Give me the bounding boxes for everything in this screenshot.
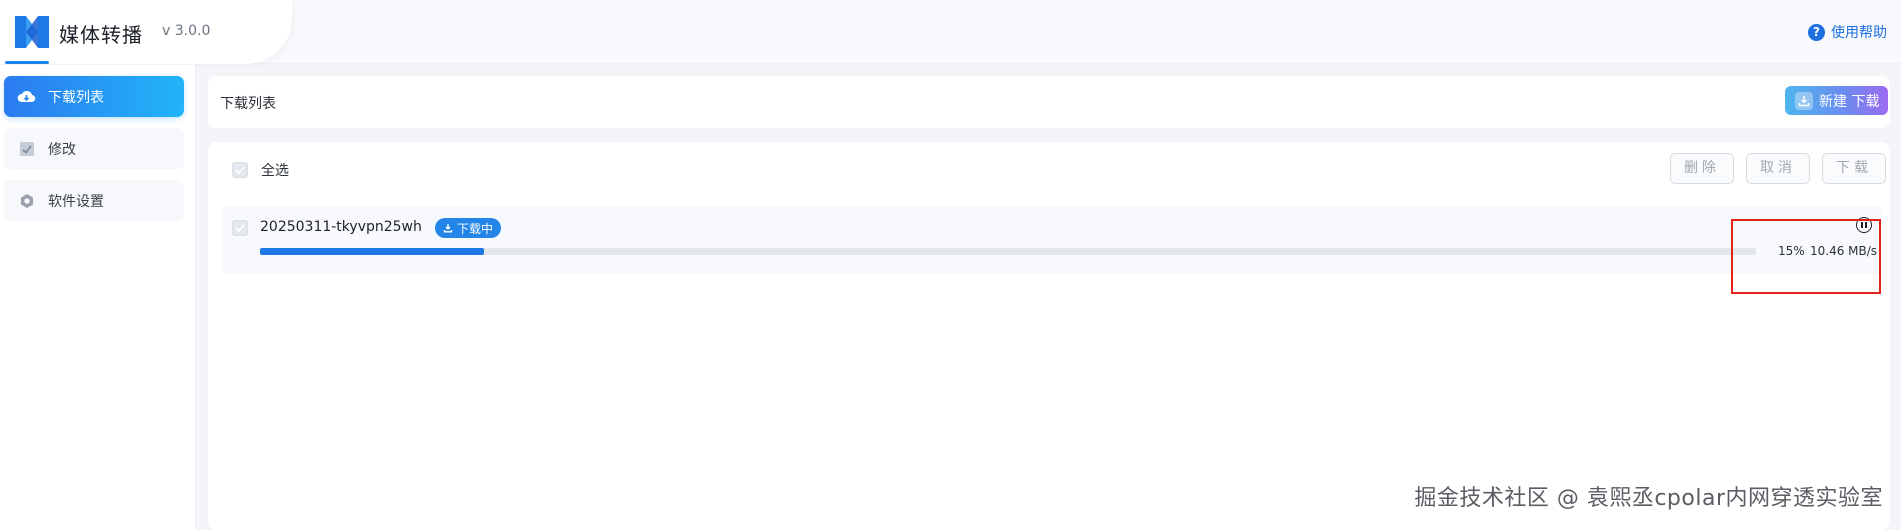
new-download-button[interactable]: 新建 下载 (1785, 86, 1888, 115)
download-speed: 10.46 MB/s (1810, 244, 1878, 258)
select-all[interactable]: 全选 (232, 160, 289, 180)
sidebar-item-edit[interactable]: 修改 (4, 128, 184, 169)
pause-button[interactable] (1856, 217, 1872, 233)
page-title: 下载列表 (220, 96, 276, 112)
download-list-card: 全选 删除 取消 下载 20250311-tkyvpn25wh 下载中 15% … (208, 142, 1890, 530)
pause-icon-bar (1865, 222, 1867, 228)
cancel-button[interactable]: 取消 (1746, 153, 1810, 184)
download-tray-icon (1795, 91, 1813, 110)
cloud-download-icon (17, 87, 36, 106)
new-download-label: 新建 下载 (1819, 93, 1880, 110)
help-label: 使用帮助 (1831, 25, 1887, 41)
download-progress-bar (260, 248, 1756, 255)
progress-percent: 15% (1778, 244, 1805, 258)
download-item-name: 20250311-tkyvpn25wh (260, 219, 422, 235)
question-circle-icon: ? (1808, 23, 1825, 41)
delete-button[interactable]: 删除 (1670, 153, 1734, 184)
brand-area: 媒体转播 v 3.0.0 (0, 0, 292, 64)
status-label: 下载中 (457, 221, 494, 236)
app-version: v 3.0.0 (162, 23, 211, 39)
gear-icon (17, 191, 36, 210)
download-list-header-card: 下载列表 新建 下载 (208, 76, 1890, 128)
download-button[interactable]: 下载 (1822, 153, 1886, 184)
sidebar: 下载列表 修改 软件设置 (0, 65, 196, 530)
download-arrow-icon (443, 224, 453, 233)
edit-box-icon (17, 139, 36, 158)
sidebar-item-download-list[interactable]: 下载列表 (4, 76, 184, 117)
pause-icon (1861, 222, 1863, 228)
sidebar-item-settings[interactable]: 软件设置 (4, 180, 184, 221)
app-logo-icon (15, 16, 49, 48)
watermark: 掘金技术社区 @ 袁煕丞cpolar内网穿透实验室 (1414, 486, 1883, 511)
app-name: 媒体转播 (59, 23, 143, 47)
sidebar-item-label: 软件设置 (48, 193, 104, 210)
sidebar-item-label: 修改 (48, 141, 76, 158)
download-item: 20250311-tkyvpn25wh 下载中 15% 10.46 MB/s (222, 206, 1882, 274)
help-link[interactable]: ? 使用帮助 (1808, 22, 1887, 42)
app-header: 媒体转播 v 3.0.0 ? 使用帮助 (0, 0, 1901, 64)
sidebar-item-label: 下载列表 (48, 89, 104, 106)
select-all-checkbox[interactable] (232, 162, 248, 178)
select-all-label: 全选 (261, 163, 289, 179)
status-badge: 下载中 (435, 218, 502, 238)
download-item-checkbox[interactable] (232, 220, 248, 236)
brand-underline (5, 61, 49, 64)
download-progress-fill (260, 248, 485, 255)
